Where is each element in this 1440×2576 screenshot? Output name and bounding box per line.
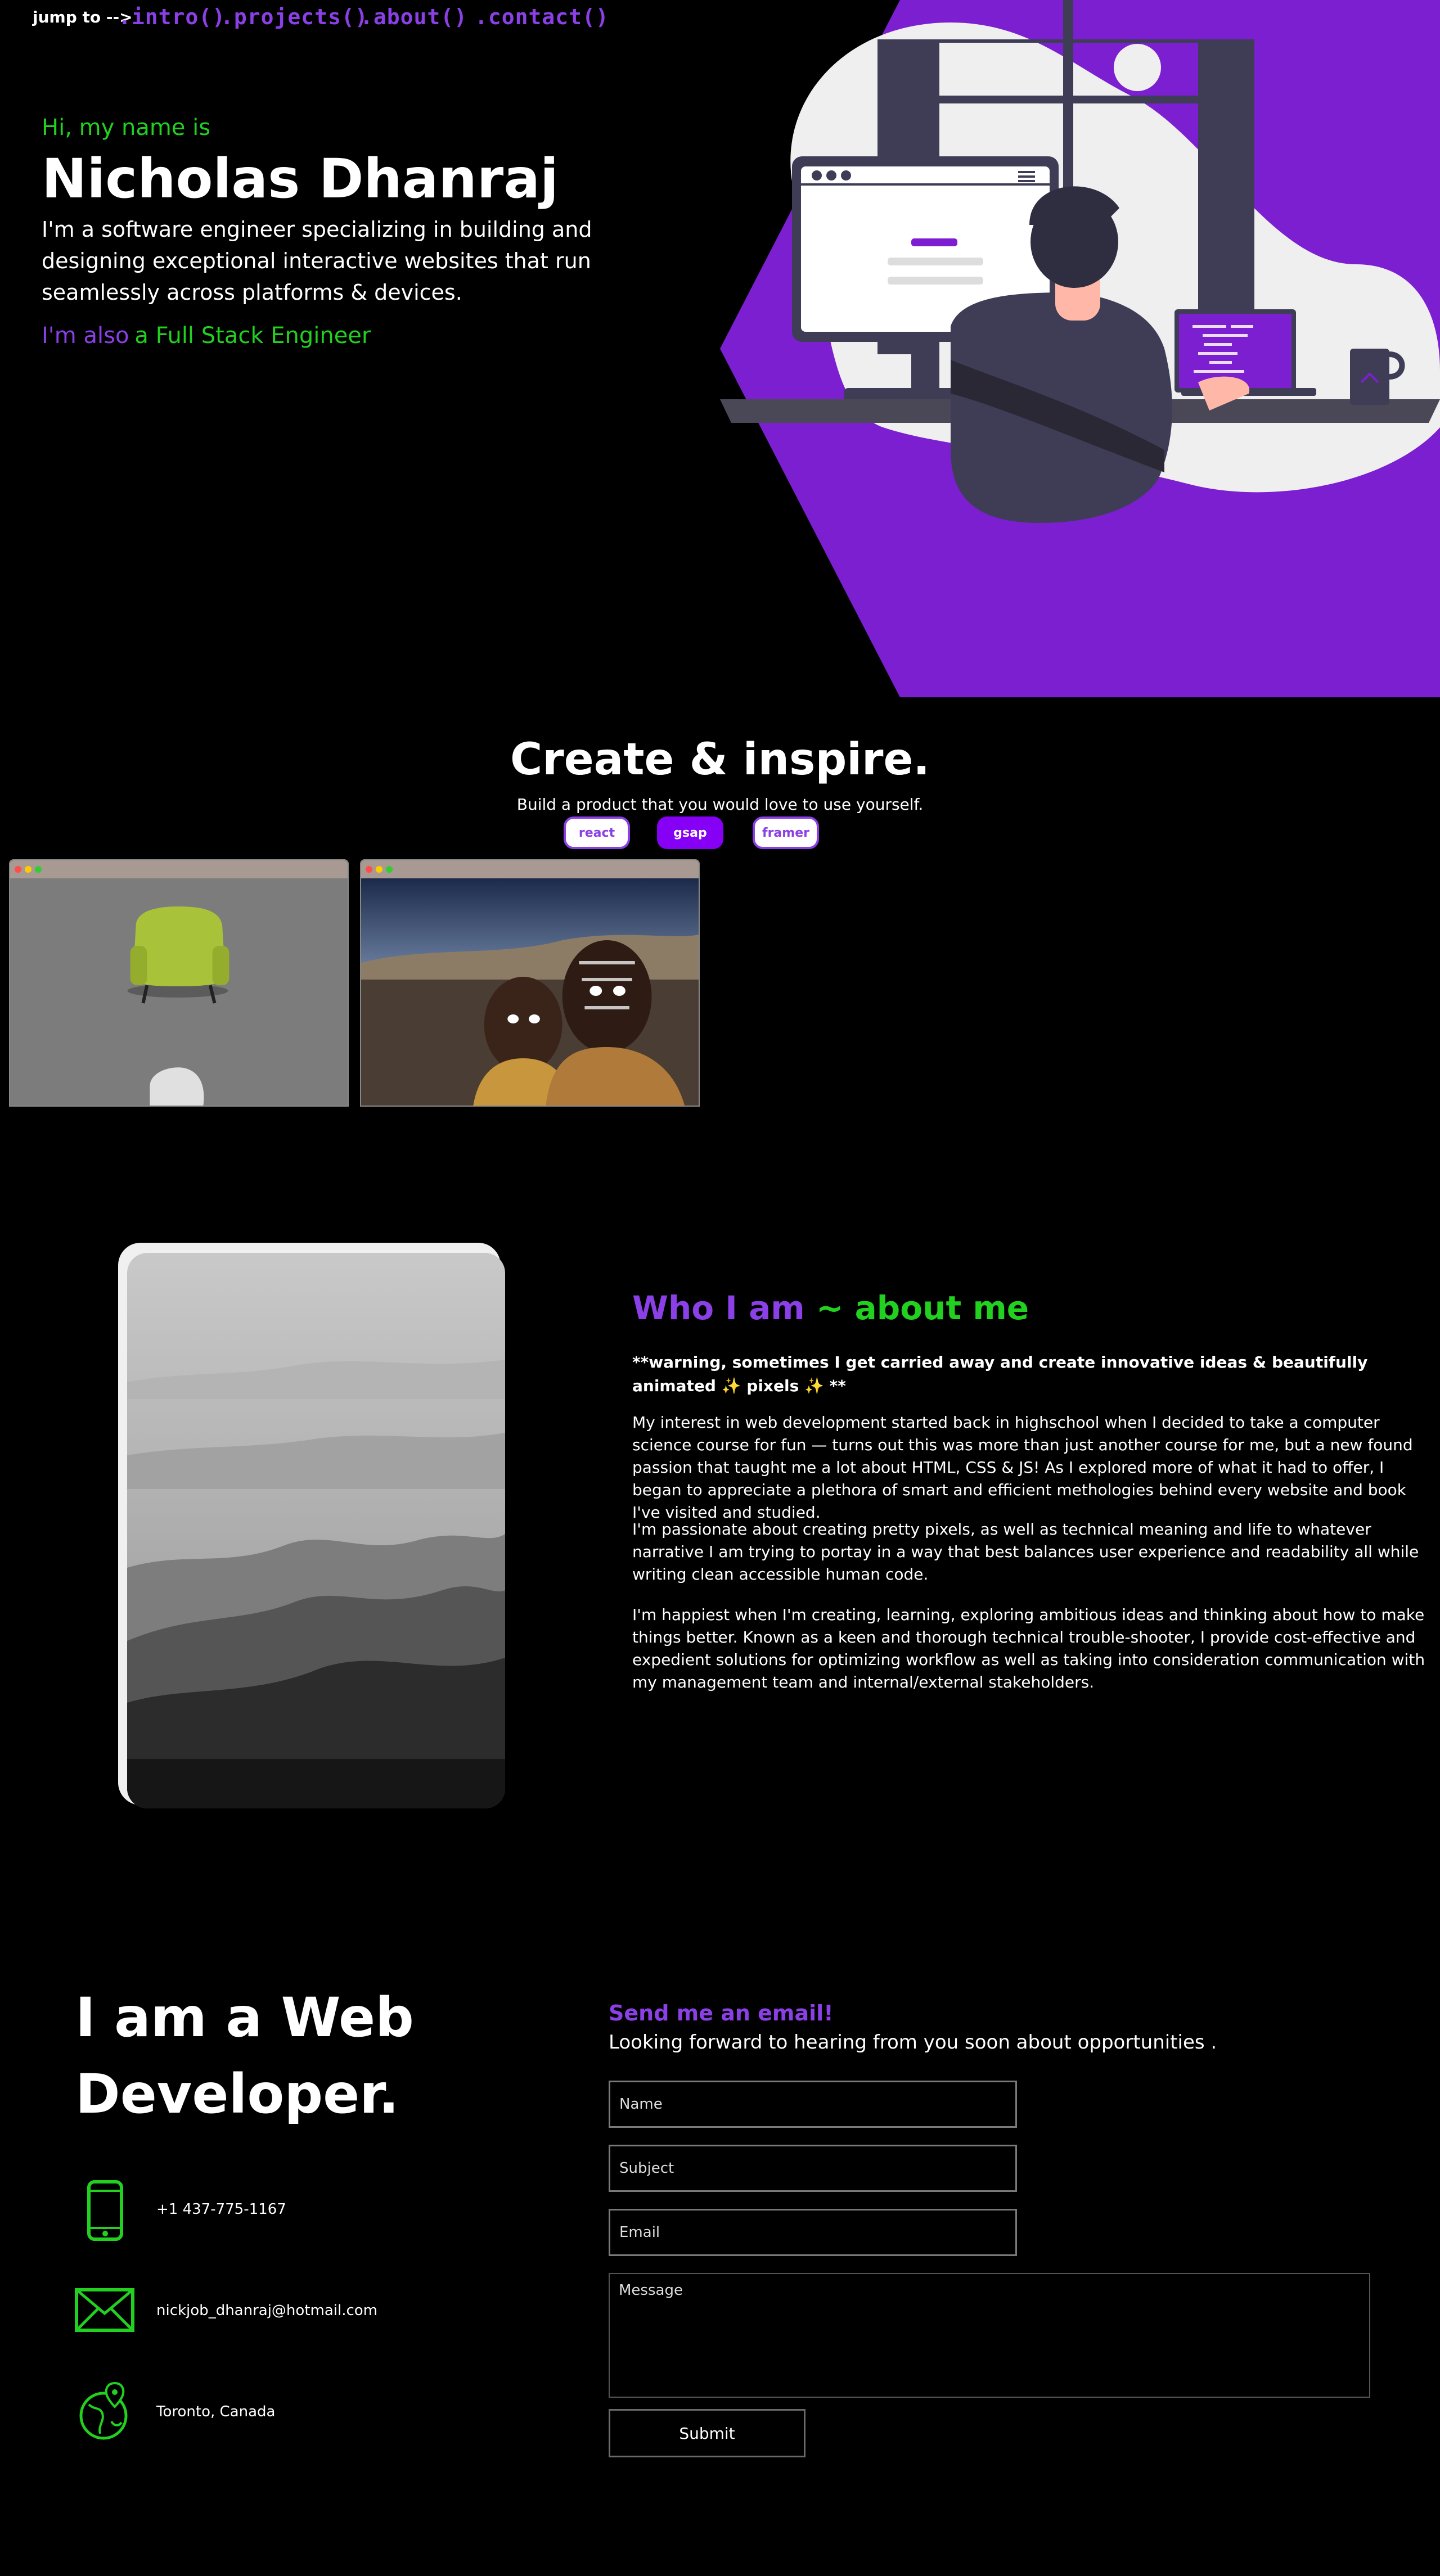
close-dot-icon [15,866,21,873]
hero-greeting: Hi, my name is [42,115,211,141]
nav-link-projects[interactable]: .projects() [220,4,368,29]
minimize-dot-icon [376,866,382,873]
name-field[interactable] [609,2081,1017,2128]
message-field[interactable] [609,2273,1370,2398]
globe-location-icon [79,2382,128,2440]
project-card-2[interactable] [360,859,700,1107]
projects-subtitle: Build a product that you would love to u… [516,795,924,814]
email-field[interactable] [609,2209,1017,2256]
submit-button[interactable]: Submit [609,2409,806,2457]
contact-title-line2: Developer. [75,2063,399,2126]
nav-link-contact[interactable]: .contact() [475,4,609,29]
about-title: Who I am ~ about me [632,1289,1029,1327]
project-card-1[interactable] [9,859,349,1107]
phone-icon [87,2180,123,2241]
contact-location: Toronto, Canada [156,2403,276,2420]
contact-title: I am a Web Developer. [75,1979,414,2132]
hero-description: I'm a software engineer specializing in … [42,217,592,305]
developer-at-desk-illustration [720,0,1440,697]
minimize-dot-icon [25,866,32,873]
hero-also: I'm also a Full Stack Engineer [42,323,371,349]
jump-to-label: jump to --> [33,8,133,26]
about-paragraph-3: I'm happiest when I'm creating, learning… [632,1605,1425,1691]
filter-gsap[interactable]: gsap [657,816,723,849]
maximize-dot-icon [35,866,42,873]
misty-mountains-photo [127,1253,505,1808]
contact-title-line1: I am a Web [75,1986,414,2049]
about-warning: **warning, sometimes I get carried away … [632,1353,1368,1395]
subject-field[interactable] [609,2145,1017,2192]
contact-phone[interactable]: +1 437-775-1167 [156,2201,286,2218]
about-title-b: ~ about me [816,1289,1029,1327]
hero-name: Nicholas Dhanraj [42,147,559,210]
form-subtitle: Looking forward to hearing from you soon… [609,2031,1217,2054]
about-title-a: Who I am [632,1289,805,1327]
projects-title: Create & inspire. [510,734,930,785]
close-dot-icon [366,866,372,873]
also-role: a Full Stack Engineer [134,323,371,349]
filter-framer[interactable]: framer [753,816,819,849]
window-bar [10,860,348,878]
form-title: Send me an email! [609,2001,834,2025]
nav-link-about[interactable]: .about() [360,4,467,29]
mail-icon [75,2288,134,2332]
also-prefix: I'm also [42,323,129,349]
nav-link-intro[interactable]: .intro() [118,4,226,29]
green-armchair-photo [10,878,348,1106]
window-bar [361,860,699,878]
filter-react[interactable]: react [564,816,630,849]
about-paragraph-2: I'm passionate about creating pretty pix… [632,1520,1419,1584]
contact-email[interactable]: nickjob_dhanraj@hotmail.com [156,2302,377,2319]
maximize-dot-icon [386,866,393,873]
face-painted-kids-photo [361,878,699,1106]
about-paragraph-1: My interest in web development started b… [632,1413,1413,1522]
